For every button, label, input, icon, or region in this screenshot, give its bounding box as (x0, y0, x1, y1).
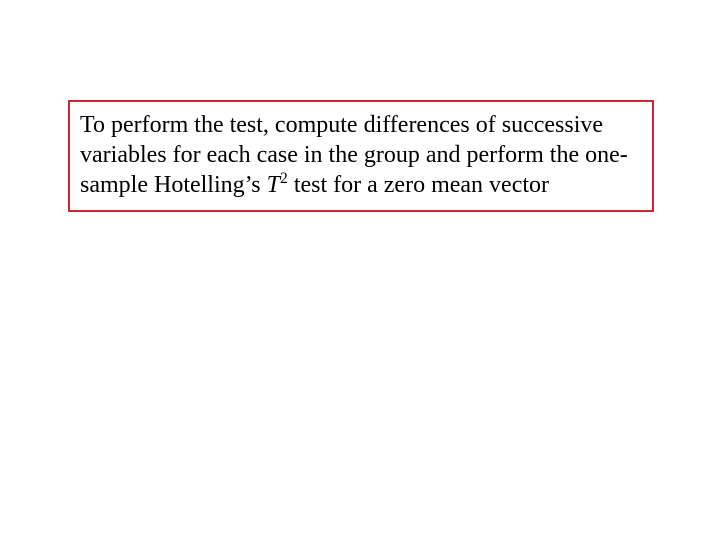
statistic-superscript: 2 (280, 170, 288, 187)
text-segment-after: test for a zero mean vector (288, 172, 549, 198)
statistic-symbol: T (267, 172, 280, 198)
highlighted-definition-box: To perform the test, compute differences… (68, 100, 654, 212)
definition-text: To perform the test, compute differences… (80, 110, 642, 200)
